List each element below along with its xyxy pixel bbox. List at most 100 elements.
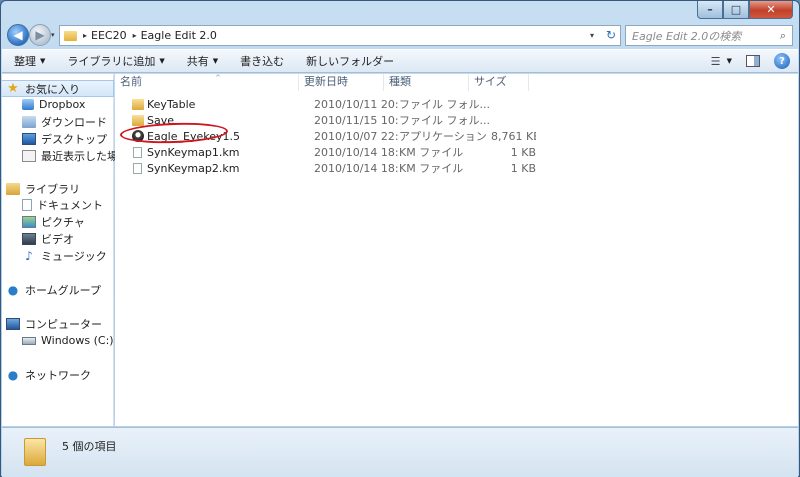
new-folder-label: 新しいフォルダー (306, 55, 395, 68)
sort-ascending-icon: ^ (215, 74, 221, 82)
column-header-type[interactable]: 種類 (384, 74, 469, 91)
file-size: 1 KB (510, 161, 536, 175)
burn-button[interactable]: 書き込む (240, 53, 284, 69)
column-header-name[interactable]: 名前 ^ (115, 74, 299, 91)
sidebar-item-label: デスクトップ (41, 132, 107, 146)
help-icon[interactable]: ? (774, 53, 790, 69)
computer-icon (6, 317, 20, 330)
address-bar[interactable]: ▸ EEC20 ▸ Eagle Edit 2.0 ▾ ↻ (59, 25, 621, 46)
command-bar: 整理 ▼ ライブラリに追加 ▼ 共有 ▼ 書き込む 新しいフォルダー ☰ ▼ ? (2, 49, 798, 73)
file-type: アプリケーション (399, 130, 487, 143)
sidebar-item-pictures[interactable]: ピクチャ (2, 213, 114, 230)
sidebar-item-label: ライブラリ (25, 182, 80, 196)
file-date: 2010/10/14 18:39 (314, 161, 399, 175)
sidebar-item-label: Dropbox (39, 98, 86, 111)
sidebar-item-music[interactable]: ♪ ミュージック (2, 247, 114, 264)
file-type: ファイル フォル... (399, 98, 490, 111)
sidebar-item-label: Windows (C:) (41, 334, 114, 347)
video-icon (22, 232, 36, 245)
refresh-icon[interactable]: ↻ (606, 28, 616, 42)
new-folder-button[interactable]: 新しいフォルダー (306, 53, 394, 69)
chevron-right-icon[interactable]: ▸ (133, 31, 137, 40)
folder-icon (24, 438, 46, 466)
preview-pane-icon[interactable] (746, 55, 760, 67)
share-button[interactable]: 共有 ▼ (187, 53, 218, 69)
file-date: 2010/10/07 22:32 (314, 129, 399, 143)
homegroup-icon: ● (7, 282, 19, 297)
music-icon: ♪ (25, 248, 33, 263)
sidebar-item-windows-c[interactable]: Windows (C:) (2, 332, 114, 349)
recent-pages-dropdown[interactable]: ▾ (51, 31, 55, 39)
file-size: 1 KB (510, 145, 536, 159)
sidebar-item-libraries[interactable]: ライブラリ (2, 180, 114, 197)
column-header-date[interactable]: 更新日時 (299, 74, 384, 91)
organize-button[interactable]: 整理 ▼ (14, 53, 45, 69)
file-type: ファイル フォル... (399, 114, 490, 127)
toolbar-right: ☰ ▼ ? (695, 53, 790, 69)
sidebar-item-network[interactable]: ● ネットワーク (2, 366, 114, 383)
sidebar-item-label: お気に入り (25, 82, 80, 96)
chevron-down-icon: ▼ (40, 57, 46, 65)
search-box[interactable]: Eagle Edit 2.0の検索 ⌕ (625, 25, 793, 46)
back-button[interactable]: ◀ (7, 24, 29, 46)
sidebar-item-recent-places[interactable]: 最近表示した場所 (2, 147, 129, 164)
share-label: 共有 (186, 55, 209, 68)
file-name-cell: SynKeymap1.km (115, 146, 299, 159)
sidebar-item-documents[interactable]: ドキュメント (2, 196, 114, 213)
sidebar-item-dropbox[interactable]: Dropbox (2, 96, 114, 113)
table-row[interactable]: SynKeymap2.km 2010/10/14 18:39 KM ファイル 1… (115, 160, 536, 176)
sidebar-item-label: ドキュメント (37, 198, 103, 212)
breadcrumb-item[interactable]: ▸ EEC20 (83, 29, 127, 42)
dropbox-icon (22, 99, 34, 110)
sidebar-item-label: ミュージック (41, 249, 107, 263)
search-icon[interactable]: ⌕ (774, 29, 792, 43)
change-view-icon[interactable]: ☰ (709, 53, 723, 69)
burn-label: 書き込む (240, 55, 285, 68)
minimize-button[interactable]: – (697, 1, 723, 19)
file-name: SynKeymap2.km (147, 161, 240, 175)
column-header-size[interactable]: サイズ (469, 74, 529, 91)
library-icon (6, 182, 20, 195)
folder-icon (132, 114, 144, 126)
breadcrumb-label[interactable]: Eagle Edit 2.0 (141, 29, 217, 42)
sidebar-item-label: ダウンロード (41, 115, 107, 129)
sidebar-item-label: ホームグループ (25, 283, 102, 297)
table-row[interactable]: KeyTable 2010/10/11 20:12 ファイル フォル... (115, 96, 536, 112)
network-icon: ● (7, 367, 19, 382)
file-name: KeyTable (147, 97, 196, 111)
window-controls: – □ ✕ (697, 1, 793, 19)
file-type: KM ファイル (399, 162, 464, 175)
table-row[interactable]: SynKeymap1.km 2010/10/14 18:39 KM ファイル 1… (115, 144, 536, 160)
sidebar-item-computer[interactable]: コンピューター (2, 315, 114, 332)
details-pane: 5 個の項目 (2, 427, 798, 477)
organize-label: 整理 (14, 55, 36, 68)
file-date: 2010/11/15 10:38 (314, 113, 399, 127)
sidebar-item-homegroup[interactable]: ● ホームグループ (2, 281, 114, 298)
column-header-label: 更新日時 (304, 75, 348, 88)
sidebar-item-downloads[interactable]: ダウンロード (2, 113, 114, 130)
chevron-down-icon: ▼ (159, 57, 165, 65)
maximize-button[interactable]: □ (723, 1, 749, 19)
chevron-down-icon: ▼ (212, 57, 219, 65)
column-header-label: サイズ (474, 75, 507, 88)
address-dropdown-icon[interactable]: ▾ (590, 31, 594, 40)
chevron-down-icon[interactable]: ▼ (727, 53, 732, 69)
sidebar-item-label: ネットワーク (25, 368, 91, 382)
add-to-library-label: ライブラリに追加 (67, 55, 156, 68)
sidebar-item-label: ビデオ (41, 232, 74, 246)
breadcrumb-label[interactable]: EEC20 (91, 29, 127, 42)
sidebar-item-label: コンピューター (25, 317, 102, 331)
search-placeholder[interactable]: Eagle Edit 2.0の検索 (632, 28, 774, 44)
sidebar-item-videos[interactable]: ビデオ (2, 230, 114, 247)
sidebar-item-desktop[interactable]: デスクトップ (2, 130, 114, 147)
close-button[interactable]: ✕ (749, 1, 793, 19)
picture-icon (22, 215, 36, 228)
chevron-right-icon[interactable]: ▸ (83, 31, 87, 40)
add-to-library-button[interactable]: ライブラリに追加 ▼ (67, 53, 164, 69)
sidebar-item-favorites[interactable]: ★ お気に入り (2, 80, 114, 97)
file-date: 2010/10/14 18:39 (314, 145, 399, 159)
file-date: 2010/10/11 20:12 (314, 97, 399, 111)
desktop-icon (22, 132, 36, 145)
forward-button[interactable]: ▶ (29, 24, 51, 46)
breadcrumb-item[interactable]: ▸ Eagle Edit 2.0 (133, 29, 217, 42)
